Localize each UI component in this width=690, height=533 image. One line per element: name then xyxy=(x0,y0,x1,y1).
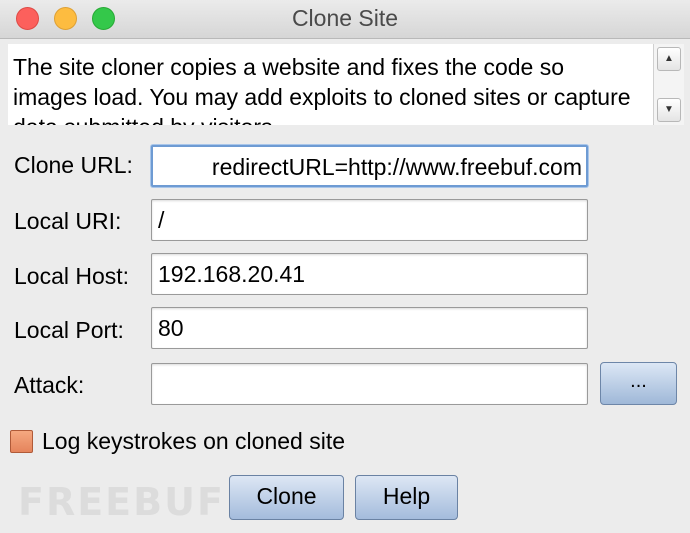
local-uri-value: / xyxy=(158,207,165,233)
freebuf-watermark-logo: FREEBUF xyxy=(18,480,225,524)
log-keystrokes-checkbox[interactable] xyxy=(10,430,33,453)
attack-label: Attack: xyxy=(14,372,85,398)
local-host-field[interactable]: 192.168.20.41 xyxy=(151,253,588,295)
clone-url-value: redirectURL=http://www.freebuf.com xyxy=(211,154,582,180)
local-port-value: 80 xyxy=(158,315,184,341)
scroll-down-button[interactable]: ▼ xyxy=(657,98,681,122)
description-scrollbar[interactable]: ▲ ▼ xyxy=(653,44,684,125)
scroll-up-button[interactable]: ▲ xyxy=(657,47,681,71)
title-bar[interactable]: Clone Site xyxy=(0,0,690,39)
window-title: Clone Site xyxy=(291,5,399,31)
local-port-field[interactable]: 80 xyxy=(151,307,588,349)
description-text: The site cloner copies a website and fix… xyxy=(13,54,631,125)
help-button[interactable]: Help xyxy=(355,475,458,520)
local-uri-label: Local URI: xyxy=(14,208,122,234)
clone-url-field[interactable]: redirectURL=http://www.freebuf.com xyxy=(151,145,588,187)
log-keystrokes-label[interactable]: Log keystrokes on cloned site xyxy=(42,428,345,455)
attack-field[interactable] xyxy=(151,363,588,405)
local-host-label: Local Host: xyxy=(14,263,130,289)
local-uri-field[interactable]: / xyxy=(151,199,588,241)
scroll-up-icon: ▲ xyxy=(664,53,674,64)
clone-button[interactable]: Clone xyxy=(229,475,344,520)
description-area[interactable]: The site cloner copies a website and fix… xyxy=(8,44,653,125)
clone-site-dialog: Clone Site The site cloner copies a webs… xyxy=(0,0,690,533)
local-host-value: 192.168.20.41 xyxy=(158,261,306,287)
scroll-down-icon: ▼ xyxy=(664,104,674,115)
local-port-label: Local Port: xyxy=(14,317,124,343)
attack-browse-button[interactable]: ... xyxy=(600,362,677,405)
clone-url-label: Clone URL: xyxy=(14,152,133,178)
